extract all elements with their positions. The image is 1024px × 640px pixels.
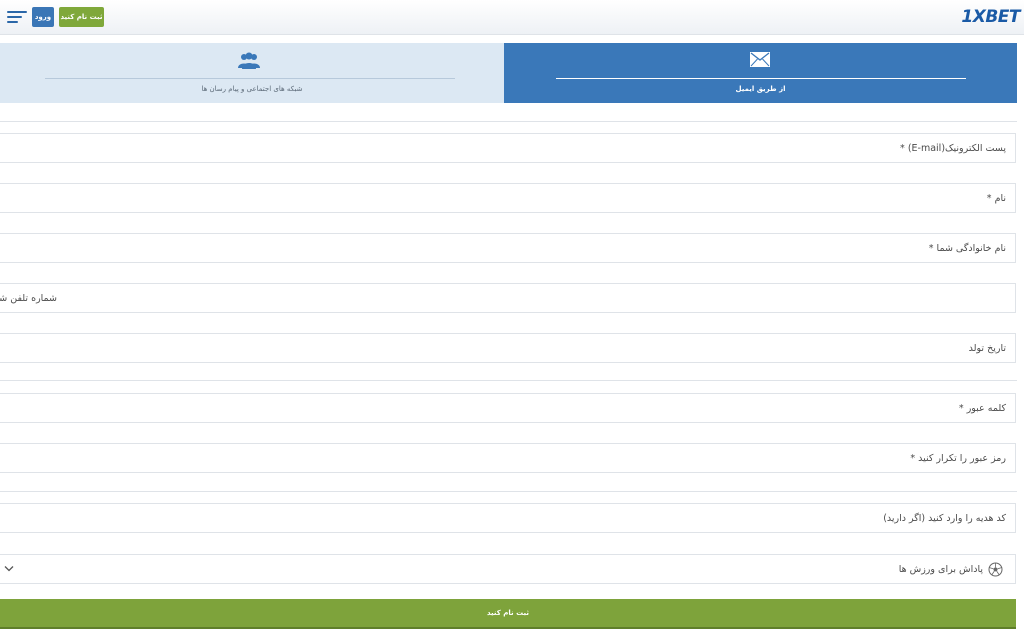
email-field[interactable]: پست الکترونیک(E-mail) * — [0, 133, 1016, 163]
tab-email[interactable]: از طریق ایمیل — [504, 43, 1017, 103]
last-name-field[interactable]: نام خانوادگی شما * — [0, 233, 1016, 263]
password-label: کلمه عبور * — [958, 403, 1006, 414]
phone-field[interactable]: شماره تلفن شما — [0, 283, 1016, 313]
tab-email-label: از طریق ایمیل — [735, 85, 786, 93]
hamburger-icon[interactable] — [7, 11, 27, 23]
repeat-password-label: رمز عبور را تکرار کنید * — [910, 453, 1006, 464]
tab-social-networks[interactable]: شبکه های اجتماعی و پیام رسان ها — [0, 43, 504, 103]
last-name-label: نام خانوادگی شما * — [928, 243, 1006, 254]
birth-date-field[interactable]: تاریخ تولد — [0, 333, 1016, 363]
email-field-label: پست الکترونیک(E-mail) * — [900, 143, 1006, 154]
birth-date-label: تاریخ تولد — [968, 343, 1006, 354]
divider — [0, 121, 1017, 122]
register-button[interactable]: ثبت نام کنید — [59, 7, 104, 27]
brand-logo[interactable]: 1XBET — [961, 7, 1020, 27]
envelope-icon — [750, 52, 770, 67]
first-name-field[interactable]: نام * — [0, 183, 1016, 213]
top-header: ورود ثبت نام کنید 1XBET — [0, 0, 1024, 35]
submit-register-button[interactable]: ثبت نام کنید — [0, 599, 1016, 629]
users-icon — [238, 52, 260, 69]
tab-social-label: شبکه های اجتماعی و پیام رسان ها — [201, 85, 303, 93]
first-name-label: نام * — [986, 193, 1006, 204]
bonus-select[interactable]: پاداش برای ورزش ها — [0, 554, 1016, 584]
login-button[interactable]: ورود — [32, 7, 54, 27]
divider — [0, 380, 1017, 381]
tab-divider — [45, 78, 455, 79]
repeat-password-field[interactable]: رمز عبور را تکرار کنید * — [0, 443, 1016, 473]
promo-code-label: کد هدیه را وارد کنید (اگر دارید) — [883, 513, 1006, 524]
promo-code-field[interactable]: کد هدیه را وارد کنید (اگر دارید) — [0, 503, 1016, 533]
divider — [0, 491, 1017, 492]
phone-field-label: شماره تلفن شما — [0, 293, 57, 304]
registration-method-tabs: شبکه های اجتماعی و پیام رسان ها از طریق … — [0, 43, 1024, 103]
bonus-select-label: پاداش برای ورزش ها — [898, 564, 983, 575]
soccer-ball-icon — [988, 562, 1003, 577]
tab-divider — [556, 78, 966, 79]
password-field[interactable]: کلمه عبور * — [0, 393, 1016, 423]
chevron-down-icon — [4, 566, 14, 572]
